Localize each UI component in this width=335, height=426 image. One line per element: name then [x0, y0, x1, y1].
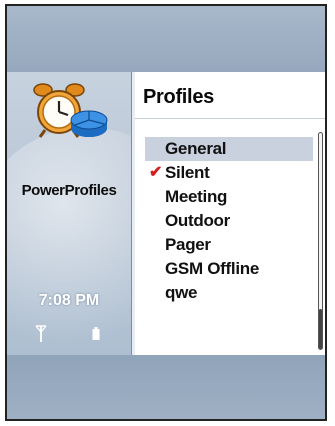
profiles-panel: Profiles General ✔ Silent Meeting Outdoo…	[135, 72, 325, 355]
profile-label: qwe	[165, 283, 198, 302]
profile-item-gsm-offline[interactable]: GSM Offline	[145, 257, 313, 281]
bottom-frame	[7, 353, 325, 419]
app-info-pane: PowerProfiles 7:08 PM	[7, 72, 131, 355]
profile-label: GSM Offline	[165, 259, 259, 278]
profile-item-qwe[interactable]: qwe	[145, 281, 313, 305]
profile-item-pager[interactable]: Pager	[145, 233, 313, 257]
profile-label: Outdoor	[165, 211, 230, 230]
profile-label: General	[165, 139, 227, 158]
phone-screen: PowerProfiles 7:08 PM Profiles General ✔…	[5, 4, 327, 421]
app-name-label: PowerProfiles	[21, 182, 117, 199]
profile-list: General ✔ Silent Meeting Outdoor Pager G…	[145, 137, 313, 305]
top-frame	[7, 6, 325, 72]
profile-item-general[interactable]: General	[145, 137, 313, 161]
profile-label: Silent	[165, 163, 210, 182]
profile-label: Meeting	[165, 187, 228, 206]
signal-antenna-icon	[35, 325, 47, 342]
panel-title: Profiles	[143, 86, 214, 108]
profile-item-silent[interactable]: ✔ Silent	[145, 161, 313, 185]
clock-time: 7:08 PM	[38, 292, 100, 309]
profile-item-outdoor[interactable]: Outdoor	[145, 209, 313, 233]
alarm-clock-pie-icon[interactable]	[31, 80, 109, 144]
profile-item-meeting[interactable]: Meeting	[145, 185, 313, 209]
title-divider	[135, 118, 325, 119]
battery-icon	[92, 327, 100, 340]
profile-label: Pager	[165, 235, 211, 254]
background-swoosh	[7, 127, 131, 355]
list-scrollbar[interactable]	[318, 132, 323, 350]
checkmark-icon: ✔	[149, 164, 163, 181]
scrollbar-thumb[interactable]	[319, 309, 322, 349]
